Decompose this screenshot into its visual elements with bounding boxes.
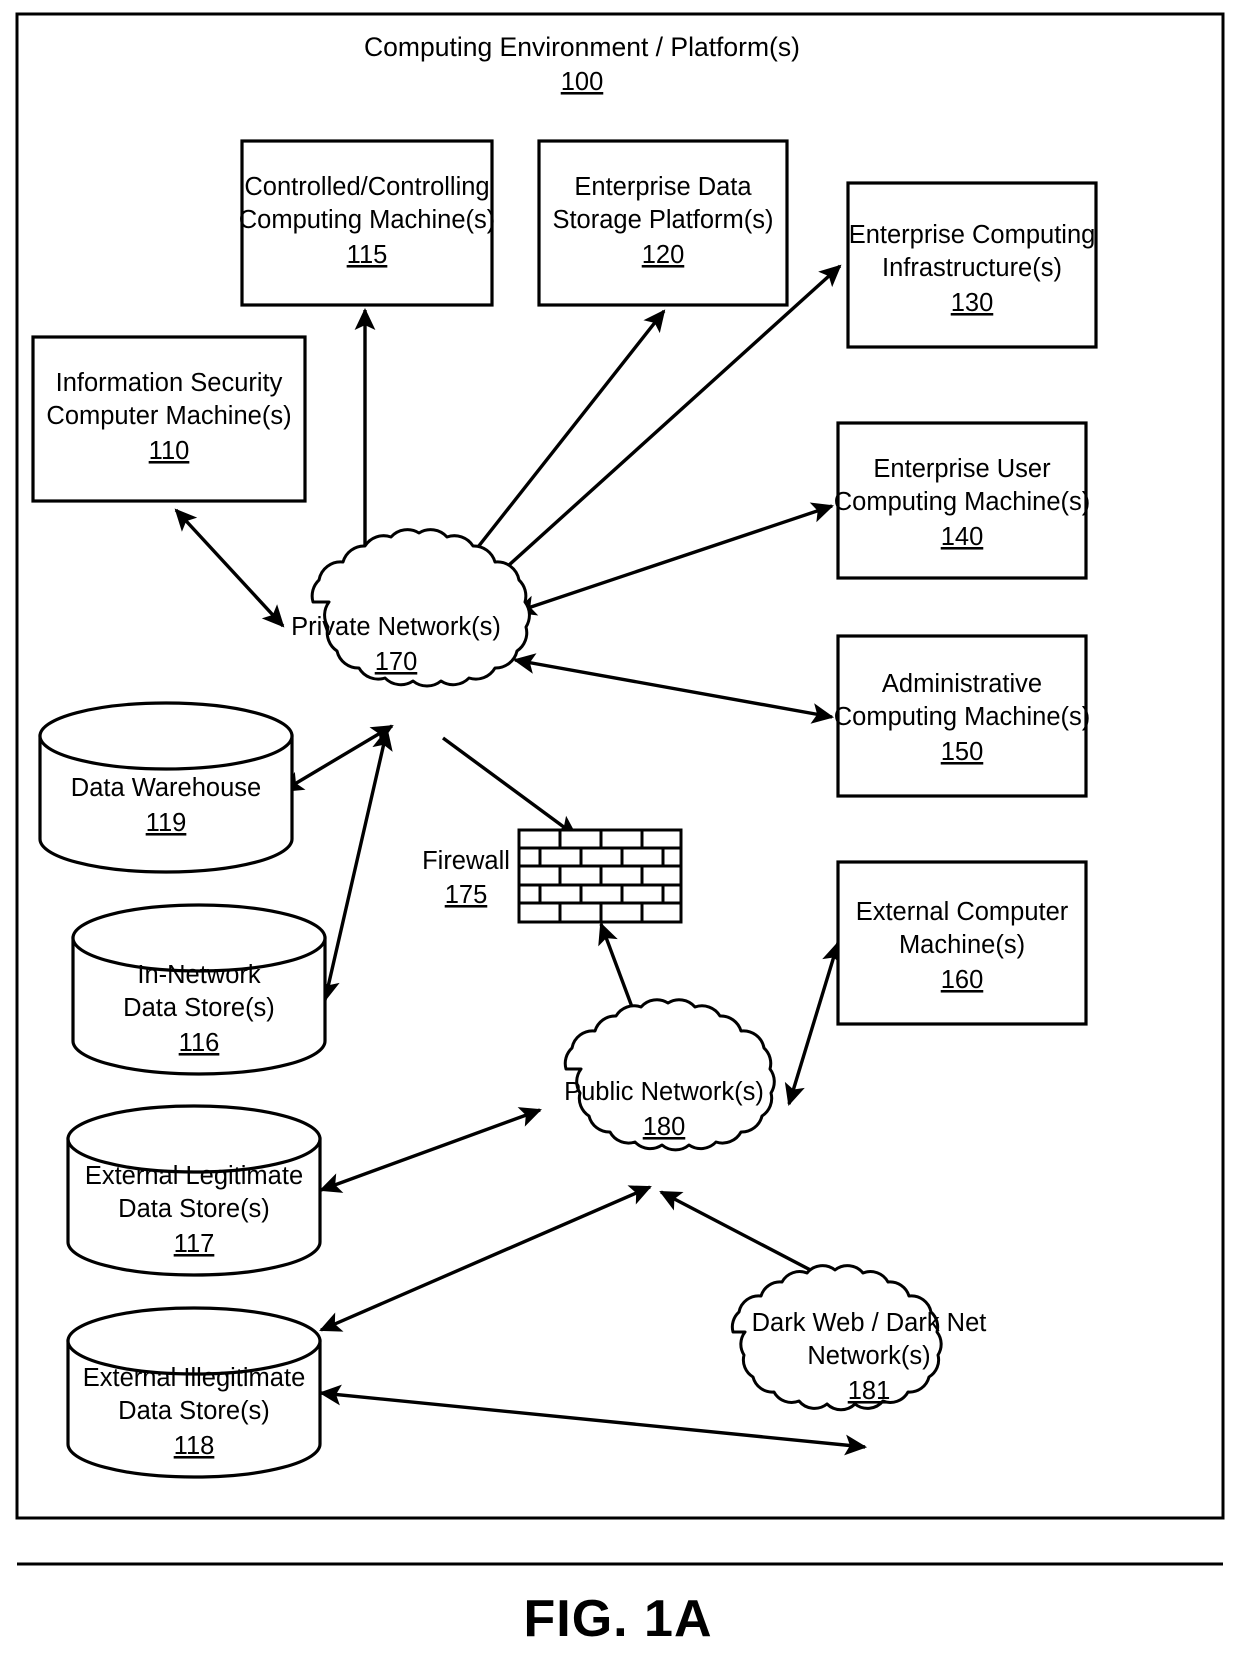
firewall-label: Firewall: [422, 847, 510, 875]
node-label-line2: Computing Machine(s): [834, 703, 1091, 731]
node-label-line1: Enterprise Computing: [849, 221, 1096, 249]
node-label-line2: Data Store(s): [123, 994, 275, 1022]
node-label-line1: External Illegitimate: [83, 1364, 306, 1392]
node-label-line2: Network(s): [807, 1342, 930, 1370]
node-reference-number: 150: [941, 738, 984, 766]
node-label-line1: Enterprise Data: [574, 173, 752, 201]
node-controlled-controlling-computing-machine[interactable]: Controlled/Controlling Computing Machine…: [239, 139, 496, 307]
node-enterprise-data-storage-platform[interactable]: Enterprise Data Storage Platform(s) 120: [537, 139, 789, 307]
diagram-canvas: Information Security Computer Machine(s)…: [15, 12, 1225, 1648]
node-label-line2: Data Store(s): [118, 1397, 270, 1425]
node-reference-number: 110: [149, 437, 190, 465]
connector-private-network-to-storage: [450, 309, 666, 582]
node-external-legitimate-data-store[interactable]: External Legitimate Data Store(s) 117: [66, 1104, 322, 1277]
node-private-network[interactable]: Private Network(s) 170: [291, 528, 531, 688]
node-public-network[interactable]: Public Network(s) 180: [563, 998, 776, 1152]
cloud-outline: [730, 1264, 943, 1412]
cloud-outline: [310, 528, 531, 688]
page-title: Computing Environment / Platform(s): [364, 32, 800, 62]
figure-caption: FIG. 1A: [523, 1590, 712, 1648]
connector-private-network-to-enterprise-user: [514, 502, 834, 616]
connector-public-network-to-ext-legit-store: [319, 1107, 542, 1193]
node-external-computer-machine[interactable]: External Computer Machine(s) 160: [836, 860, 1088, 1026]
node-reference-number: 180: [643, 1113, 686, 1141]
node-label-line1: Information Security: [56, 369, 283, 397]
node-label-line1: In-Network: [137, 961, 261, 989]
node-label-line1: Administrative: [882, 670, 1042, 698]
node-reference-number: 117: [174, 1230, 215, 1258]
node-label-line1: Enterprise User: [873, 455, 1051, 483]
node-dark-web-network[interactable]: Dark Web / Dark Net Network(s) 181: [730, 1264, 987, 1412]
cylinder-top: [38, 701, 294, 771]
connector-private-network-to-in-network-store: [319, 728, 393, 1002]
connector-private-network-to-firewall: [441, 736, 578, 838]
node-label-line2: Computing Machine(s): [834, 488, 1091, 516]
connector-public-network-to-ext-illegit-store: [319, 1185, 652, 1332]
node-label-line2: Machine(s): [899, 931, 1025, 959]
node-reference-number: 116: [179, 1029, 220, 1057]
node-reference-number: 119: [146, 809, 187, 837]
connector-public-network-to-external-computer: [784, 941, 843, 1106]
node-enterprise-user-computing-machine[interactable]: Enterprise User Computing Machine(s) 140: [834, 421, 1091, 580]
connector-private-network-to-infosec: [174, 508, 285, 628]
node-label-line1: Data Warehouse: [71, 774, 261, 802]
page-title-reference-number: 100: [561, 68, 604, 96]
node-reference-number: 118: [174, 1432, 215, 1460]
node-reference-number: 130: [951, 289, 994, 317]
node-firewall[interactable]: Firewall 175: [422, 828, 683, 924]
connector-private-network-to-admin: [512, 653, 835, 724]
node-label-line2: Data Store(s): [118, 1195, 270, 1223]
node-in-network-data-store[interactable]: In-Network Data Store(s) 116: [71, 903, 327, 1076]
node-enterprise-computing-infrastructure[interactable]: Enterprise Computing Infrastructure(s) 1…: [846, 181, 1098, 349]
figure-title-group: Computing Environment / Platform(s) 100: [364, 32, 800, 96]
node-data-warehouse[interactable]: Data Warehouse 119: [38, 701, 294, 874]
node-external-illegitimate-data-store[interactable]: External Illegitimate Data Store(s) 118: [66, 1306, 322, 1479]
node-administrative-computing-machine[interactable]: Administrative Computing Machine(s) 150: [834, 634, 1091, 798]
node-label-line2: Computing Machine(s): [239, 206, 496, 234]
node-reference-number: 140: [941, 523, 984, 551]
node-label-line1: Dark Web / Dark Net: [752, 1309, 987, 1337]
node-label-line2: Computer Machine(s): [46, 402, 291, 430]
node-reference-number: 160: [941, 966, 984, 994]
node-reference-number: 181: [848, 1377, 891, 1405]
firewall-reference-number: 175: [445, 881, 488, 909]
node-label-line1: Private Network(s): [291, 613, 501, 641]
node-reference-number: 115: [347, 241, 388, 269]
node-label-line1: External Legitimate: [85, 1162, 303, 1190]
node-label-line2: Storage Platform(s): [552, 206, 773, 234]
node-label-line1: Controlled/Controlling: [244, 173, 489, 201]
node-label-line2: Infrastructure(s): [882, 254, 1062, 282]
node-label-line1: External Computer: [856, 898, 1069, 926]
node-information-security-computer-machine[interactable]: Information Security Computer Machine(s)…: [31, 335, 307, 503]
patent-figure: Information Security Computer Machine(s)…: [0, 0, 1240, 1678]
firewall-brick-icon: [517, 828, 683, 924]
node-label-line1: Public Network(s): [564, 1078, 764, 1106]
node-reference-number: 170: [375, 648, 418, 676]
node-reference-number: 120: [642, 241, 685, 269]
